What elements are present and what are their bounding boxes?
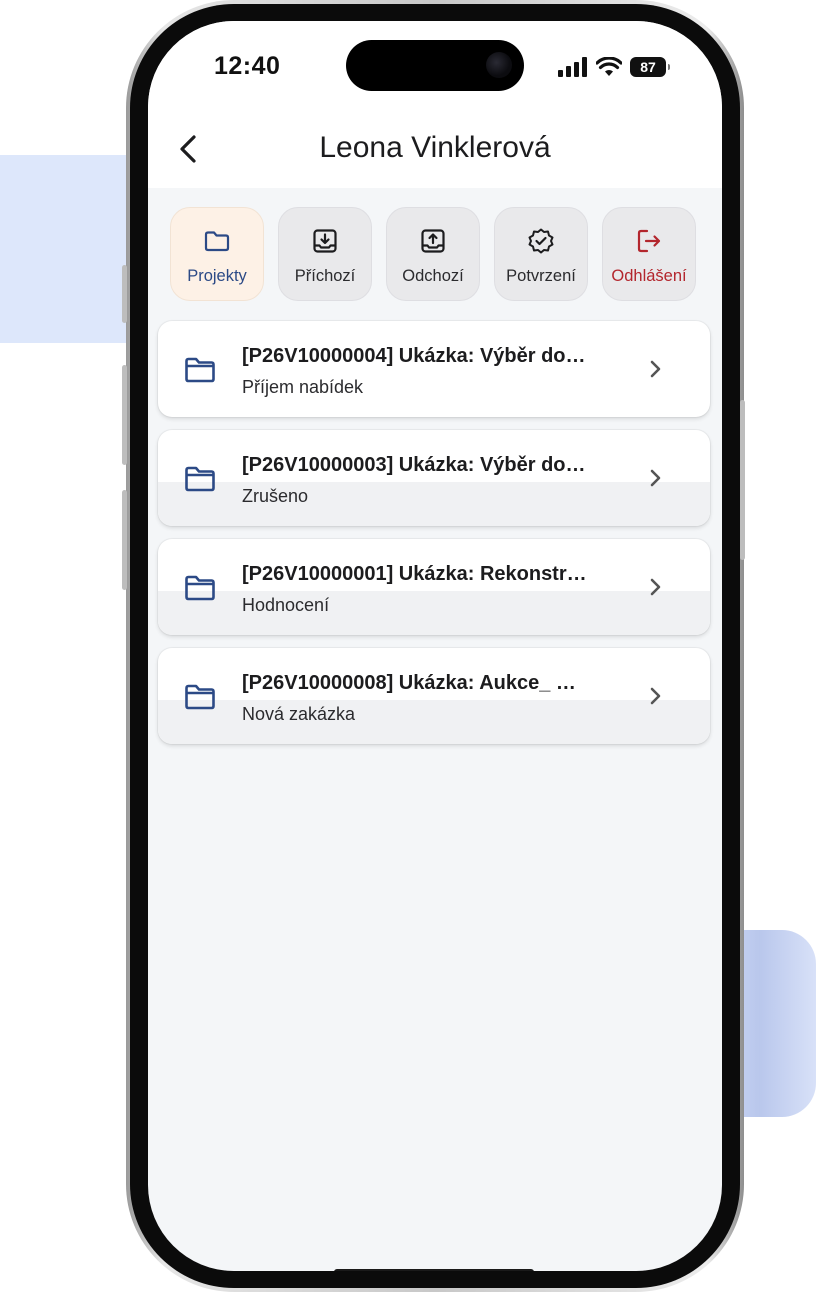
tab-prichozi[interactable]: Příchozí [278, 207, 372, 301]
back-chevron-icon[interactable] [174, 129, 204, 169]
project-card[interactable]: [P26V10000008] Ukázka: Aukce_ … Nová zak… [158, 648, 710, 744]
tab-label: Příchozí [294, 267, 356, 285]
project-card[interactable]: [P26V10000001] Ukázka: Rekonstr… Hodnoce… [158, 539, 710, 635]
page-title: Leona Vinklerová [319, 131, 551, 164]
phone-side-button [122, 265, 127, 323]
project-title: [P26V10000003] Ukázka: Výběr do… [242, 454, 586, 476]
project-status: Hodnocení [242, 595, 330, 615]
folder-icon [185, 575, 215, 601]
card-band [158, 482, 710, 526]
logout-icon [637, 229, 661, 253]
camera-lens [486, 52, 512, 78]
project-card[interactable]: [P26V10000004] Ukázka: Výběr do… Příjem … [158, 321, 710, 417]
project-status: Příjem nabídek [242, 377, 364, 397]
home-indicator[interactable] [334, 1269, 534, 1271]
project-status: Nová zakázka [242, 704, 356, 724]
dynamic-island [346, 40, 524, 91]
tab-label: Odhlášení [611, 267, 687, 285]
tab-label: Potvrzení [506, 267, 576, 285]
verified-badge-icon [528, 228, 554, 254]
tab-potvrzeni[interactable]: Potvrzení [494, 207, 588, 301]
card-band [158, 591, 710, 635]
phone-volume-up-button [122, 365, 127, 465]
tab-odchozi[interactable]: Odchozí [386, 207, 480, 301]
phone-volume-down-button [122, 490, 127, 590]
status-time: 12:40 [214, 52, 281, 80]
chevron-right-icon [650, 578, 661, 596]
inbox-download-icon [313, 229, 337, 253]
chevron-right-icon [650, 687, 661, 705]
phone-power-button [740, 400, 745, 560]
tab-label: Odchozí [402, 267, 464, 285]
chevron-right-icon [650, 360, 661, 378]
tab-odhlaseni[interactable]: Odhlášení [602, 207, 696, 301]
outbox-upload-icon [421, 229, 445, 253]
project-title: [P26V10000008] Ukázka: Aukce_ … [242, 672, 576, 694]
chevron-right-icon [650, 469, 661, 487]
project-title: [P26V10000004] Ukázka: Výběr do… [242, 345, 586, 367]
wifi-icon [596, 57, 622, 76]
tab-label: Projekty [187, 267, 247, 285]
project-card[interactable]: [P26V10000003] Ukázka: Výběr do… Zrušeno [158, 430, 710, 526]
battery-level: 87 [640, 59, 656, 75]
battery-indicator: 87 [630, 57, 670, 77]
signal-icon [558, 57, 587, 77]
project-status: Zrušeno [242, 486, 309, 506]
folder-icon [185, 357, 215, 383]
folder-icon [204, 231, 230, 252]
project-title: [P26V10000001] Ukázka: Rekonstr… [242, 563, 587, 585]
tab-projekty[interactable]: Projekty [170, 207, 264, 301]
status-icons: 87 [558, 56, 678, 78]
card-band [158, 700, 710, 744]
folder-icon [185, 684, 215, 710]
folder-icon [185, 466, 215, 492]
tab-bar: Projekty Příchozí Odchozí Potvrzení Odhl… [170, 207, 710, 303]
app-screen: 12:40 87 Leona Vinklerová Projekty Přích… [148, 21, 722, 1271]
